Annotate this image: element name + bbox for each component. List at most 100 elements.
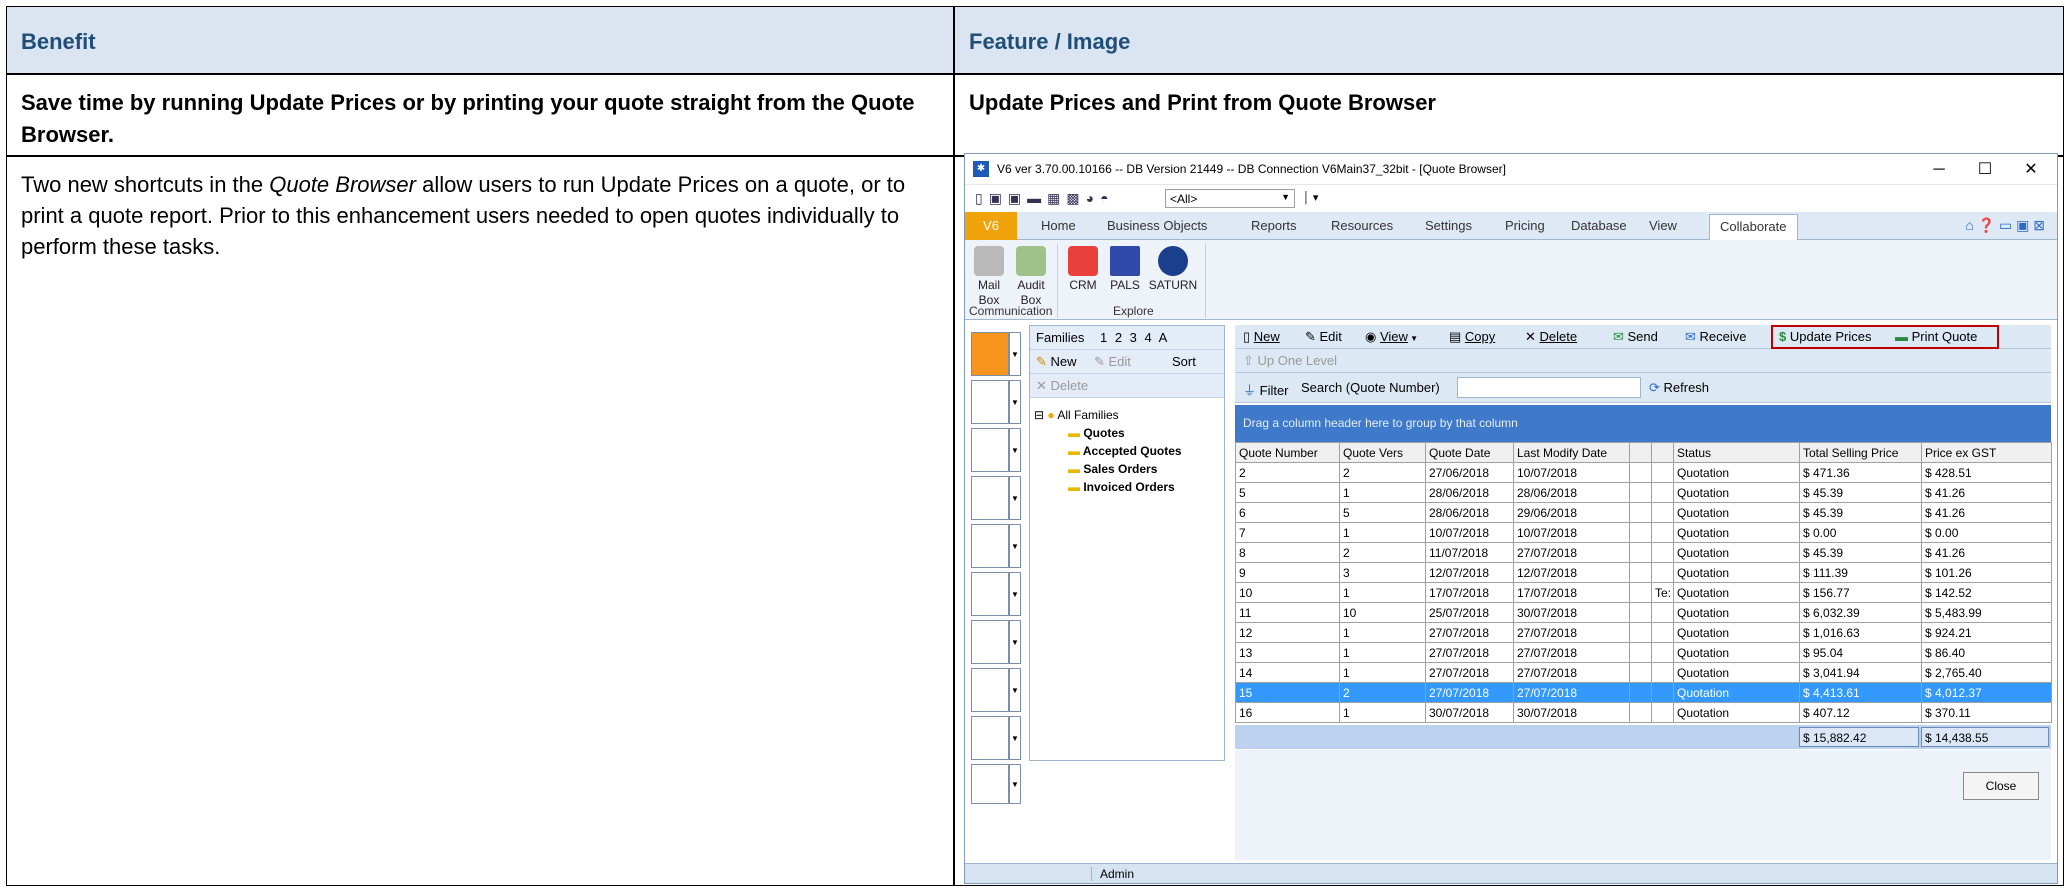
table-row[interactable]: 5 1 28/06/2018 28/06/2018 Quotation $ 45.39 $ … — [1235, 482, 2052, 503]
tab-collaborate[interactable]: Collaborate — [1709, 214, 1798, 240]
column-header[interactable] — [1651, 442, 1674, 463]
table-cell: Quotation — [1673, 662, 1800, 683]
close-button[interactable]: Close — [1963, 772, 2039, 800]
new-family-button[interactable]: ✎ New — [1036, 354, 1077, 370]
table-row[interactable]: 9 3 12/07/2018 12/07/2018 Quotation $ 111.39 $… — [1235, 562, 2052, 583]
table-row[interactable]: 16 1 30/07/2018 30/07/2018 Quotation $ 407.12… — [1235, 702, 2052, 723]
edit-family-button[interactable]: ✎ Edit — [1094, 354, 1131, 370]
up-one-level-button[interactable]: ⇧ Up One Level — [1243, 353, 1337, 369]
filter-button[interactable]: ⏚ Filter — [1243, 380, 1289, 399]
qat-customize-icon[interactable]: │ ▾ — [1303, 191, 1318, 204]
tree-root[interactable]: ⊟ ● All Families — [1034, 406, 1182, 424]
table-cell — [1629, 462, 1652, 483]
screw-nav-icon[interactable] — [971, 620, 1009, 664]
delete-family-button[interactable]: ✕ Delete — [1036, 378, 1088, 394]
refresh-button[interactable]: ⟳ Refresh — [1649, 380, 1709, 396]
table-cell: $ 0.00 — [1921, 522, 2052, 543]
column-header[interactable] — [1629, 442, 1652, 463]
receive-button[interactable]: ✉ Receive — [1685, 329, 1746, 345]
panel-nav-icon[interactable] — [971, 668, 1009, 712]
tab-business-objects[interactable]: Business Objects — [1107, 218, 1207, 233]
chevron-down-icon[interactable]: ▼ — [1009, 428, 1021, 472]
frame-nav-icon[interactable] — [971, 764, 1009, 804]
crm-button[interactable]: CRM — [1063, 246, 1103, 293]
printer-icon: ▬ — [1895, 329, 1912, 344]
mail-box-button[interactable]: Mail Box — [969, 246, 1009, 308]
close-icon[interactable]: ✕ — [2009, 156, 2053, 184]
quotes-nav-icon[interactable] — [971, 332, 1009, 376]
table-row[interactable]: 8 2 11/07/2018 27/07/2018 Quotation $ 45.39 $ … — [1235, 542, 2052, 563]
sort-button[interactable]: Sort — [1172, 354, 1196, 369]
table-row[interactable]: 11 10 25/07/2018 30/07/2018 Quotation $ 6,032… — [1235, 602, 2052, 623]
chevron-down-icon[interactable]: ▼ — [1009, 716, 1021, 760]
search-input[interactable] — [1457, 377, 1641, 398]
chevron-down-icon[interactable]: ▼ — [1009, 620, 1021, 664]
bag-nav-icon[interactable] — [971, 524, 1009, 568]
cart-nav-icon[interactable] — [971, 380, 1009, 424]
profile-nav-icon[interactable] — [971, 716, 1009, 760]
chevron-down-icon[interactable]: ▼ — [1009, 572, 1021, 616]
tree-item-invoiced[interactable]: ▬ Invoiced Orders — [1034, 478, 1182, 496]
audit-box-button[interactable]: Audit Box — [1011, 246, 1051, 308]
tab-view[interactable]: View — [1649, 218, 1677, 233]
minimize-icon[interactable]: ─ — [1917, 156, 1961, 184]
tab-v6[interactable]: V6 — [965, 212, 1017, 240]
edit-label: Edit — [1108, 354, 1131, 369]
app-icon: ✱ — [973, 161, 989, 177]
chevron-down-icon[interactable]: ▼ — [1009, 668, 1021, 712]
chevron-down-icon[interactable]: ▼ — [1009, 476, 1021, 520]
edit-quote-button[interactable]: ✎ Edit — [1305, 329, 1342, 345]
print-quote-button[interactable]: ▬ Print Quote — [1895, 329, 1977, 344]
tab-database[interactable]: Database — [1571, 218, 1627, 233]
table-row[interactable]: 7 1 10/07/2018 10/07/2018 Quotation $ 0.00 $ 0… — [1235, 522, 2052, 543]
box-nav-icon[interactable] — [971, 572, 1009, 616]
table-cell: $ 407.12 — [1799, 702, 1922, 723]
tree-item-sales[interactable]: ▬ Sales Orders — [1034, 460, 1182, 478]
new-quote-button[interactable]: ▯ New — [1243, 329, 1280, 345]
maximize-icon[interactable]: ☐ — [1963, 156, 2007, 184]
chevron-down-icon[interactable]: ▼ — [1009, 332, 1021, 376]
tab-reports[interactable]: Reports — [1251, 218, 1297, 233]
column-header[interactable]: Quote Number — [1235, 442, 1340, 463]
chevron-down-icon[interactable]: ▼ — [1009, 764, 1021, 804]
table-row[interactable]: 6 5 28/06/2018 29/06/2018 Quotation $ 45.39 $ … — [1235, 502, 2052, 523]
tab-resources[interactable]: Resources — [1331, 218, 1393, 233]
table-row[interactable]: 14 1 27/07/2018 27/07/2018 Quotation $ 3,041.… — [1235, 662, 2052, 683]
table-row[interactable]: 12 1 27/07/2018 27/07/2018 Quotation $ 1,016.… — [1235, 622, 2052, 643]
tab-settings[interactable]: Settings — [1425, 218, 1472, 233]
column-header[interactable]: Total Selling Price — [1799, 442, 1922, 463]
column-header[interactable]: Price ex GST — [1921, 442, 2052, 463]
pals-button[interactable]: PALS — [1105, 246, 1145, 293]
tab-pricing[interactable]: Pricing — [1505, 218, 1545, 233]
dialog-footer: Close — [1235, 750, 2051, 860]
table-row[interactable]: 2 2 27/06/2018 10/07/2018 Quotation $ 471.36 $… — [1235, 462, 2052, 483]
families-level-tabs[interactable]: 1 2 3 4 A — [1100, 330, 1169, 345]
column-header[interactable]: Status — [1673, 442, 1800, 463]
chevron-down-icon[interactable]: ▼ — [1009, 524, 1021, 568]
help-icon[interactable]: ⌂ ❓ ▭ ▣ ⊠ — [1965, 217, 2045, 234]
table-cell: $ 4,413.61 — [1799, 682, 1922, 703]
tree-item-quotes[interactable]: ▬ Quotes — [1034, 424, 1182, 442]
contacts-nav-icon[interactable] — [971, 428, 1009, 472]
window-nav-icon[interactable] — [971, 476, 1009, 520]
update-prices-button[interactable]: $ Update Prices — [1779, 329, 1872, 344]
send-button[interactable]: ✉ Send — [1613, 329, 1658, 345]
tab-home[interactable]: Home — [1041, 218, 1076, 233]
table-row[interactable]: 10 1 17/07/2018 17/07/2018 Te: Quotation $ 156… — [1235, 582, 2052, 603]
view-quote-button[interactable]: ◉ View ▼ — [1365, 329, 1418, 345]
table-row[interactable]: 13 1 27/07/2018 27/07/2018 Quotation $ 95.04 $… — [1235, 642, 2052, 663]
copy-quote-button[interactable]: ▤ Copy — [1449, 329, 1495, 345]
column-header[interactable]: Last Modify Date — [1513, 442, 1630, 463]
families-tab[interactable]: Families — [1036, 330, 1084, 345]
delete-quote-button[interactable]: ✕ Delete — [1525, 329, 1577, 345]
saturn-button[interactable]: SATURN — [1147, 246, 1199, 293]
tree-item-accepted[interactable]: ▬ Accepted Quotes — [1034, 442, 1182, 460]
quick-access-icons[interactable]: ▯▣▣▬▦▩◕◓ — [975, 190, 1115, 207]
qat-combo[interactable]: <All> ▼ — [1165, 189, 1295, 208]
column-header[interactable]: Quote Date — [1425, 442, 1514, 463]
group-by-area[interactable]: Drag a column header here to group by th… — [1235, 405, 2051, 442]
column-header[interactable]: Quote Vers — [1339, 442, 1426, 463]
chevron-down-icon[interactable]: ▼ — [1009, 380, 1021, 424]
table-cell — [1629, 702, 1652, 723]
table-row[interactable]: 15 2 27/07/2018 27/07/2018 Quotation $ 4,413.… — [1235, 682, 2052, 703]
